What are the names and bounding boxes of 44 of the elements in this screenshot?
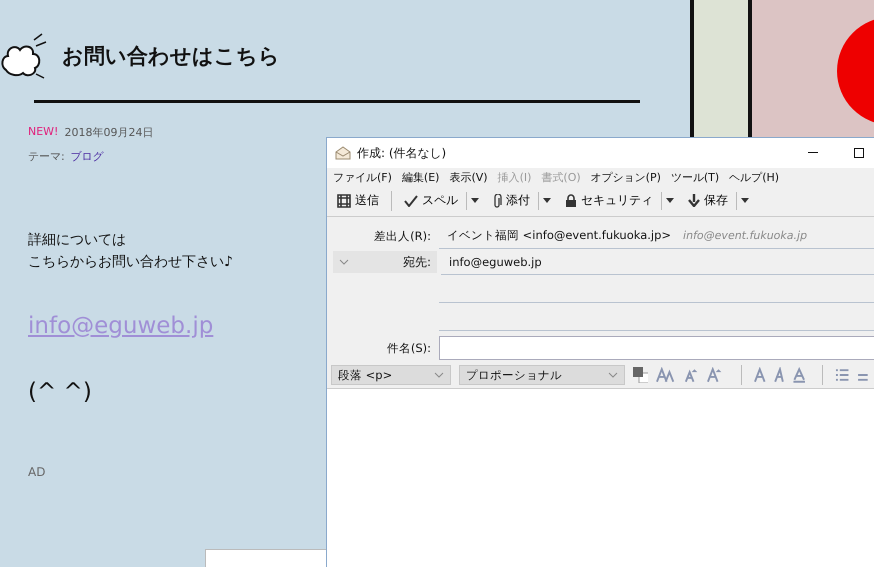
caret-icon <box>434 372 444 378</box>
paragraph-select[interactable]: 段落 <p> <box>331 365 451 385</box>
body-text: 詳細については こちらからお問い合わせ下さい♪ <box>28 231 233 272</box>
grid-icon <box>337 194 351 208</box>
window-title: 作成: (件名なし) <box>357 144 448 162</box>
lock-icon <box>565 194 577 207</box>
paperclip-icon <box>493 194 502 208</box>
ad-label: AD <box>28 465 46 479</box>
new-label: NEW! <box>28 125 58 140</box>
subject-label: 件名(S): <box>386 340 432 356</box>
maximize-icon <box>854 148 864 158</box>
minimize-icon <box>808 152 818 154</box>
page-title: お問い合わせはこちら <box>62 43 280 70</box>
to-field[interactable]: info@eguweb.jp <box>441 249 874 275</box>
check-icon <box>404 194 418 206</box>
menu-item[interactable]: オプション(P) <box>590 170 661 185</box>
recipient-type-select[interactable]: 宛先: <box>333 251 437 273</box>
from-label: 差出人(R): <box>373 228 432 244</box>
envelope-icon <box>335 146 351 160</box>
emoticon-text: (^ ^) <box>28 379 93 405</box>
caret-icon <box>741 198 749 203</box>
subject-field[interactable] <box>439 336 874 360</box>
toolbar-button[interactable]: 保存 <box>684 190 732 211</box>
toolbar-button[interactable]: セキュリティ <box>561 190 657 211</box>
menu-item[interactable]: ファイル(F) <box>333 170 392 185</box>
from-field[interactable]: イベント福岡 <info@event.fukuoka.jp> info@event.fukuoka.jp <box>439 223 874 249</box>
font-select[interactable]: プロポーショナル <box>458 365 625 385</box>
post-date: 2018年09月24日 <box>64 125 154 140</box>
menu-item[interactable]: ツール(T) <box>670 170 720 185</box>
toolbar-button[interactable]: スペル <box>400 190 462 211</box>
theme-label: テーマ: <box>28 149 65 164</box>
down-arrow-icon <box>688 194 700 207</box>
color-picker-icon[interactable] <box>632 367 648 383</box>
menu-item[interactable]: 編集(E) <box>402 170 440 185</box>
caret-icon <box>339 259 349 265</box>
caret-icon <box>608 372 618 378</box>
menu-item[interactable]: 表示(V) <box>449 170 488 185</box>
menu-item[interactable]: ヘルプ(H) <box>729 170 780 185</box>
theme-link[interactable]: ブログ <box>70 149 104 164</box>
toolbar-button[interactable]: 送信 <box>333 190 383 211</box>
caret-icon <box>666 198 674 203</box>
caret-icon <box>471 198 479 203</box>
caret-icon <box>543 198 551 203</box>
toolbar-button[interactable]: 添付 <box>489 190 534 211</box>
